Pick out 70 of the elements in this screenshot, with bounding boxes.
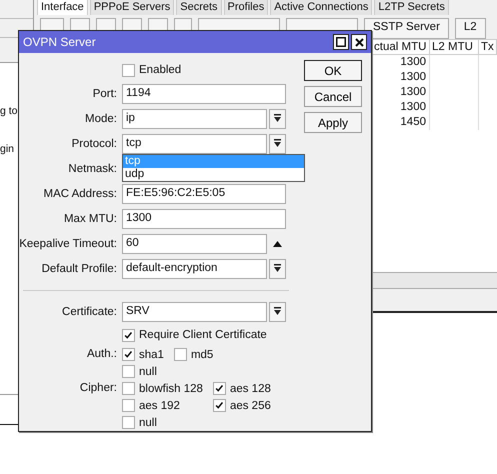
checkbox[interactable] bbox=[212, 399, 226, 412]
dropdown-button[interactable] bbox=[269, 134, 286, 154]
checkbox-label: Enabled bbox=[139, 64, 182, 76]
checkbox-label: aes 256 bbox=[230, 400, 271, 412]
maximize-button[interactable] bbox=[333, 34, 349, 50]
checkbox-label: sha1 bbox=[139, 348, 164, 360]
checkbox[interactable] bbox=[212, 382, 226, 395]
field-label: Certificate: bbox=[61, 306, 117, 318]
dropdown-arrow-icon bbox=[273, 307, 282, 316]
column-header[interactable]: Tx bbox=[479, 39, 497, 55]
checkbox-label: md5 bbox=[190, 348, 214, 360]
dropdown-option[interactable]: udp bbox=[123, 168, 304, 180]
field-label: MAC Address: bbox=[42, 188, 117, 200]
toolbar-button[interactable]: L2 bbox=[454, 18, 486, 39]
field-label: Max MTU: bbox=[62, 212, 117, 224]
maximize-icon bbox=[336, 37, 346, 47]
checkbox[interactable] bbox=[122, 348, 135, 361]
input-field[interactable]: 1300 bbox=[122, 208, 286, 228]
checkbox-label: null bbox=[139, 366, 157, 378]
checkbox[interactable] bbox=[122, 399, 135, 412]
dialog-button[interactable]: Cancel bbox=[304, 86, 362, 107]
checkbox[interactable] bbox=[122, 365, 135, 378]
checkbox[interactable] bbox=[122, 416, 135, 429]
up-arrow-icon[interactable] bbox=[273, 240, 282, 246]
checkbox-label: aes 128 bbox=[230, 382, 271, 394]
select-field[interactable]: SRV bbox=[122, 302, 267, 322]
tab[interactable]: Active Connections bbox=[270, 0, 372, 15]
tab[interactable]: Profiles bbox=[224, 0, 268, 15]
field-label: Auth.: bbox=[86, 347, 117, 360]
checkbox-label: blowfish 128 bbox=[139, 382, 203, 394]
checkbox[interactable] bbox=[174, 348, 187, 361]
checkbox-label: null bbox=[139, 416, 157, 428]
text-fragment: g to bbox=[0, 105, 18, 117]
checkbox-label: Require Client Certificate bbox=[139, 329, 267, 341]
dropdown-button[interactable] bbox=[269, 258, 286, 278]
text-fragment: gin bbox=[0, 143, 14, 155]
dialog-button[interactable]: Apply bbox=[304, 112, 362, 133]
dropdown-arrow-icon bbox=[273, 114, 282, 123]
scrollbar[interactable] bbox=[372, 272, 497, 289]
tab[interactable]: Interface bbox=[37, 0, 88, 15]
close-icon bbox=[354, 38, 364, 46]
window-title: OVPN Server bbox=[23, 35, 97, 49]
dropdown-arrow-icon bbox=[273, 139, 282, 148]
dialog-button[interactable]: OK bbox=[304, 60, 362, 81]
field-label: Mode: bbox=[84, 112, 117, 124]
tab[interactable]: Secrets bbox=[176, 0, 222, 15]
checkbox[interactable] bbox=[122, 328, 135, 342]
field-label: Keepalive Timeout: bbox=[19, 238, 117, 250]
field-label: Protocol: bbox=[70, 138, 117, 150]
input-field[interactable]: 1194 bbox=[122, 84, 286, 104]
field-label: Port: bbox=[92, 88, 117, 100]
input-field[interactable]: 60 bbox=[122, 234, 267, 254]
checkbox[interactable] bbox=[122, 64, 135, 76]
select-field[interactable]: ip bbox=[122, 108, 267, 128]
checkbox-label: aes 192 bbox=[139, 400, 180, 412]
dropdown-arrow-icon bbox=[273, 264, 282, 273]
select-field[interactable]: tcp bbox=[122, 134, 267, 154]
select-field[interactable]: default-encryption bbox=[122, 258, 267, 278]
input-field[interactable]: FE:E5:96:C2:E5:05 bbox=[122, 184, 286, 204]
dropdown-button[interactable] bbox=[269, 302, 286, 322]
field-label: Netmask: bbox=[67, 162, 117, 174]
field-label: Cipher: bbox=[78, 381, 117, 394]
close-button[interactable] bbox=[351, 34, 367, 50]
field-label: Default Profile: bbox=[40, 262, 117, 274]
dropdown-button[interactable] bbox=[269, 108, 286, 128]
checkbox[interactable] bbox=[122, 382, 135, 395]
column-header[interactable]: L2 MTU bbox=[430, 39, 479, 55]
toolbar-button[interactable]: SSTP Server bbox=[364, 18, 449, 39]
tab[interactable]: L2TP Secrets bbox=[374, 0, 449, 15]
tab[interactable]: PPPoE Servers bbox=[90, 0, 174, 15]
